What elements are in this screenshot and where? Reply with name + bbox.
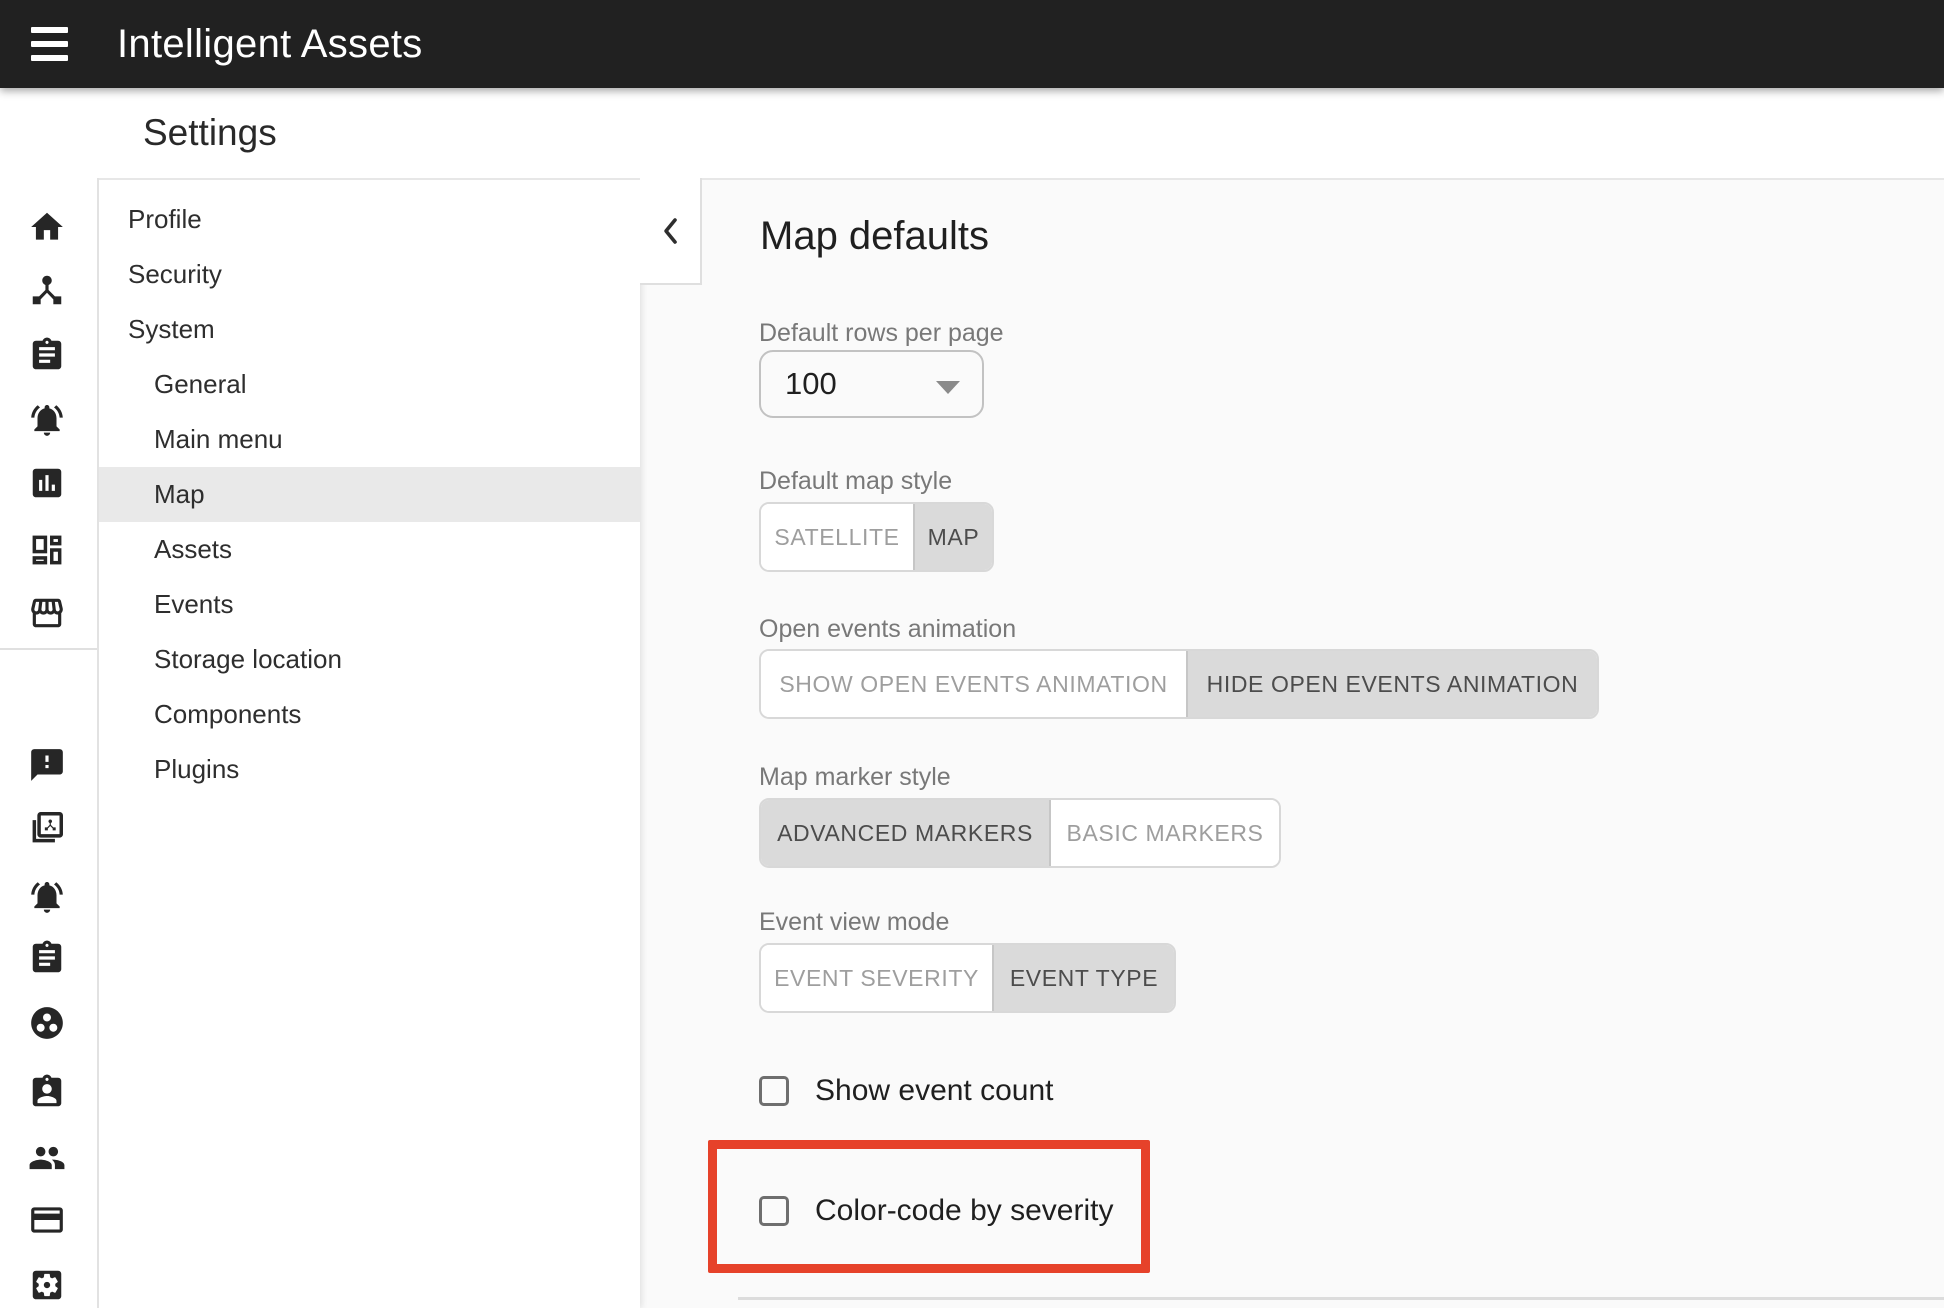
map-marker-style-toggle: ADVANCED MARKERS BASIC MARKERS <box>759 798 1281 868</box>
notifications-bell-icon[interactable] <box>28 878 66 916</box>
page-title: Settings <box>143 88 277 178</box>
show-open-events-animation-button[interactable]: SHOW OPEN EVENTS ANIMATION <box>761 651 1186 717</box>
app-title: Intelligent Assets <box>117 0 423 88</box>
nav-item-profile[interactable]: Profile <box>99 192 640 247</box>
show-event-count-label: Show event count <box>815 1074 1054 1108</box>
app-bar: Intelligent Assets <box>0 0 1944 88</box>
bar-chart-icon[interactable] <box>28 464 66 502</box>
event-view-mode-label: Event view mode <box>759 908 949 937</box>
media-library-icon[interactable] <box>28 809 66 847</box>
open-events-animation-label: Open events animation <box>759 615 1016 644</box>
nav-item-security[interactable]: Security <box>99 247 640 302</box>
event-view-mode-toggle: EVENT SEVERITY EVENT TYPE <box>759 943 1176 1013</box>
clipboard-icon[interactable] <box>28 939 66 977</box>
show-event-count-row: Show event count <box>759 1071 1054 1111</box>
map-style-label: Default map style <box>759 467 952 496</box>
home-icon[interactable] <box>28 208 66 246</box>
people-icon[interactable] <box>28 1139 66 1177</box>
section-divider <box>738 1297 1944 1300</box>
map-marker-style-label: Map marker style <box>759 763 951 792</box>
basic-markers-button[interactable]: BASIC MARKERS <box>1049 800 1279 866</box>
section-heading: Map defaults <box>760 214 989 259</box>
annotation-highlight-box <box>708 1140 1150 1273</box>
rail-divider <box>0 648 97 650</box>
rows-per-page-select[interactable]: 100 <box>759 350 984 418</box>
hide-open-events-animation-button[interactable]: HIDE OPEN EVENTS ANIMATION <box>1186 651 1597 717</box>
device-hub-icon[interactable] <box>28 271 66 309</box>
nav-item-assets[interactable]: Assets <box>99 522 640 577</box>
nav-item-map[interactable]: Map <box>99 467 640 522</box>
icon-rail <box>0 178 99 1308</box>
map-defaults-panel: Map defaults Default rows per page 100 D… <box>640 178 1944 1308</box>
rows-per-page-label: Default rows per page <box>759 319 1004 348</box>
chevron-left-icon <box>662 217 678 245</box>
credit-card-icon[interactable] <box>28 1201 66 1239</box>
page-header: Settings <box>0 88 1944 180</box>
rows-per-page-value: 100 <box>785 366 837 402</box>
settings-gear-icon[interactable] <box>28 1266 66 1304</box>
nav-item-storage-location[interactable]: Storage location <box>99 632 640 687</box>
group-work-icon[interactable] <box>28 1004 66 1042</box>
map-style-toggle: SATELLITE MAP <box>759 502 994 572</box>
dashboard-icon[interactable] <box>28 531 66 569</box>
badge-icon[interactable] <box>28 1073 66 1111</box>
feedback-icon[interactable] <box>28 746 66 784</box>
open-events-animation-toggle: SHOW OPEN EVENTS ANIMATION HIDE OPEN EVE… <box>759 649 1599 719</box>
hamburger-menu-icon[interactable] <box>31 27 68 61</box>
event-severity-button[interactable]: EVENT SEVERITY <box>761 945 992 1011</box>
map-button[interactable]: MAP <box>913 504 992 570</box>
nav-item-plugins[interactable]: Plugins <box>99 742 640 797</box>
show-event-count-checkbox[interactable] <box>759 1076 789 1106</box>
clipboard-icon[interactable] <box>28 336 66 374</box>
nav-item-components[interactable]: Components <box>99 687 640 742</box>
settings-nav: Profile Security System General Main men… <box>99 178 640 1308</box>
nav-item-main-menu[interactable]: Main menu <box>99 412 640 467</box>
nav-item-system[interactable]: System <box>99 302 640 357</box>
collapse-nav-button[interactable] <box>640 178 702 285</box>
notifications-bell-icon[interactable] <box>28 401 66 439</box>
dropdown-arrow-icon <box>936 381 960 394</box>
storefront-icon[interactable] <box>28 594 66 632</box>
nav-item-events[interactable]: Events <box>99 577 640 632</box>
nav-item-general[interactable]: General <box>99 357 640 412</box>
advanced-markers-button[interactable]: ADVANCED MARKERS <box>761 800 1049 866</box>
event-type-button[interactable]: EVENT TYPE <box>992 945 1174 1011</box>
satellite-button[interactable]: SATELLITE <box>761 504 913 570</box>
